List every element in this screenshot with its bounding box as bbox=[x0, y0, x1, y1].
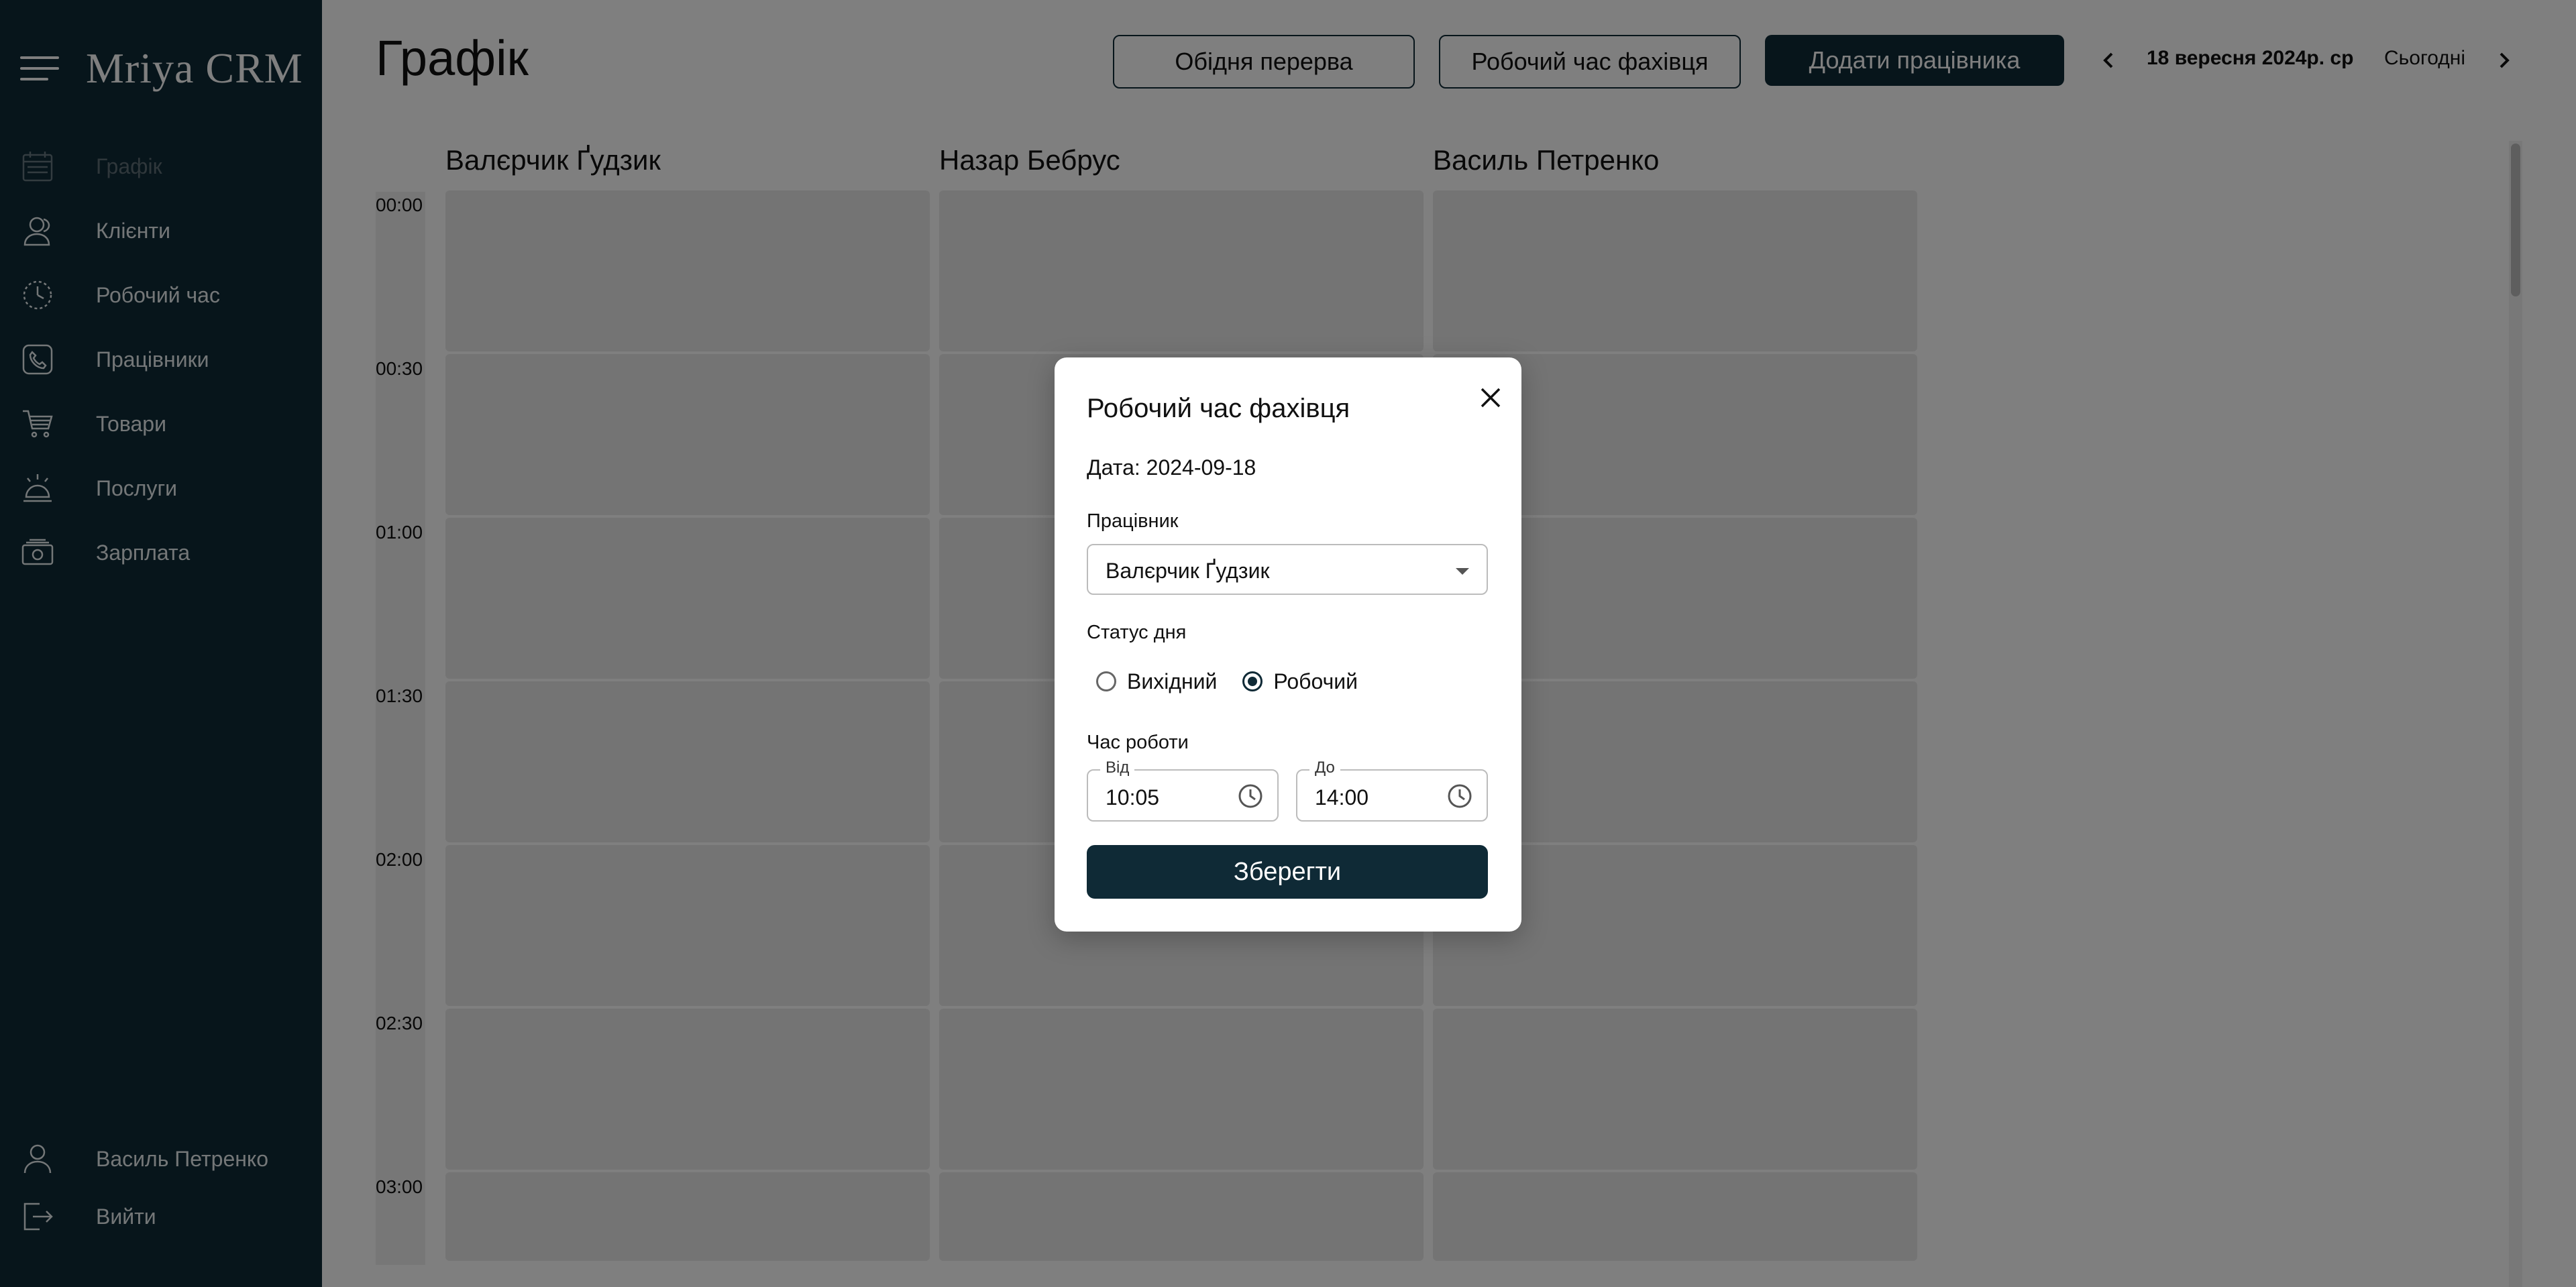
modal-title: Робочий час фахівця bbox=[1087, 394, 1350, 423]
save-button[interactable]: Зберегти bbox=[1087, 845, 1488, 899]
to-time-field[interactable]: До 14:00 bbox=[1296, 759, 1488, 822]
from-time-field[interactable]: Від 10:05 bbox=[1087, 759, 1279, 822]
chevron-down-icon bbox=[1456, 568, 1469, 575]
working-day-radio[interactable] bbox=[1242, 671, 1263, 691]
specialist-hours-modal: Робочий час фахівця Дата: 2024-09-18 Пра… bbox=[1055, 357, 1521, 932]
day-status-label: Статус дня bbox=[1087, 622, 1187, 643]
from-time-legend: Від bbox=[1100, 759, 1135, 777]
day-off-label[interactable]: Вихідний bbox=[1127, 669, 1217, 694]
clock-icon[interactable] bbox=[1237, 783, 1264, 809]
employee-select[interactable]: Валєрчик Ґудзик bbox=[1087, 544, 1488, 595]
employee-field-label: Працівник bbox=[1087, 510, 1179, 532]
from-time-value: 10:05 bbox=[1106, 785, 1160, 809]
day-off-radio[interactable] bbox=[1096, 671, 1116, 691]
clock-icon[interactable] bbox=[1446, 783, 1473, 809]
work-time-label: Час роботи bbox=[1087, 732, 1189, 753]
to-time-value: 14:00 bbox=[1315, 785, 1369, 809]
employee-select-value: Валєрчик Ґудзик bbox=[1106, 559, 1270, 583]
to-time-legend: До bbox=[1309, 759, 1340, 777]
close-icon[interactable] bbox=[1476, 383, 1505, 412]
working-day-label[interactable]: Робочий bbox=[1273, 669, 1358, 694]
modal-date: Дата: 2024-09-18 bbox=[1087, 455, 1256, 480]
day-status-radio-group: Вихідний Робочий bbox=[1096, 665, 1383, 698]
